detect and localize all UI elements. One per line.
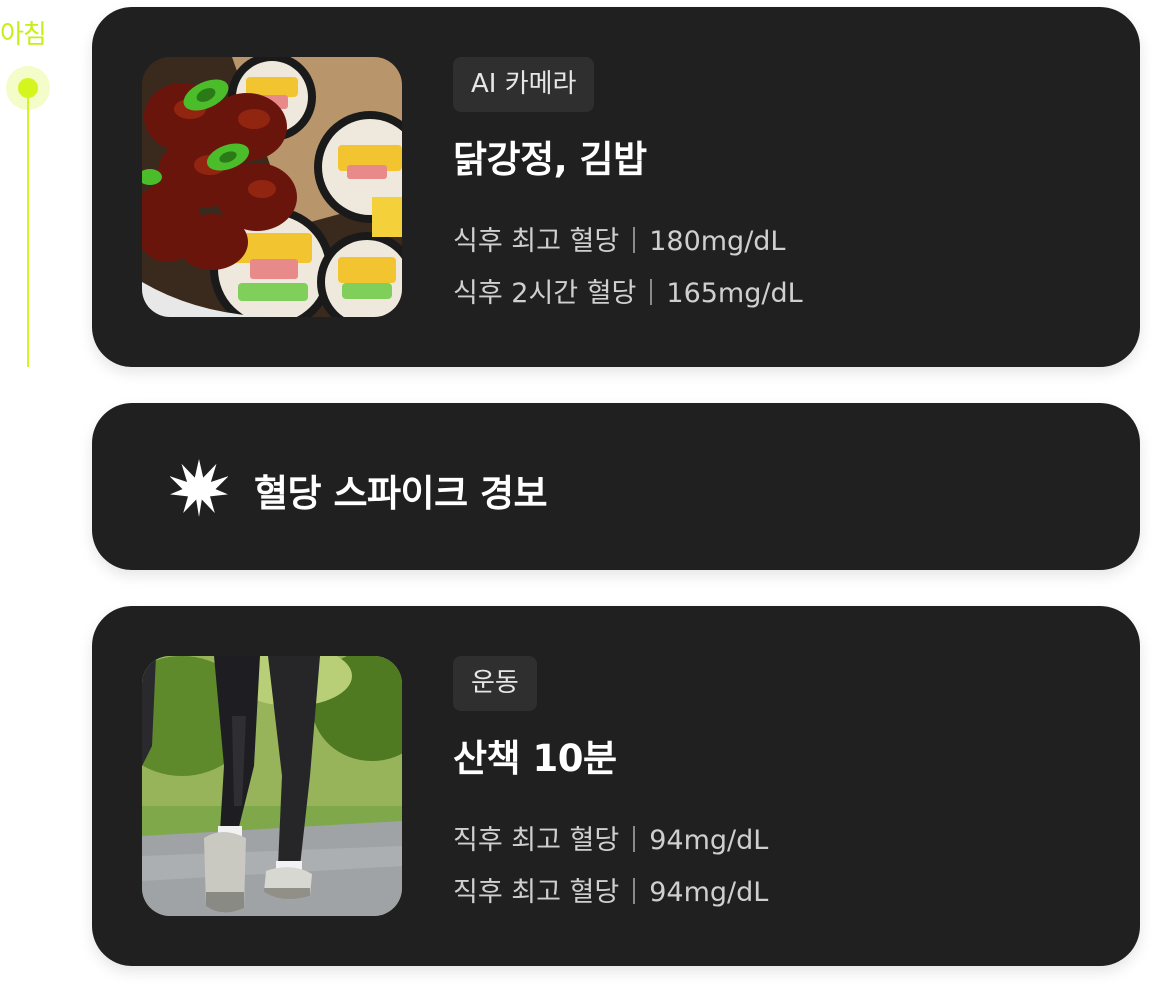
timeline-line <box>27 95 29 367</box>
stat-divider <box>650 279 653 305</box>
exercise-title: 산책 10분 <box>453 737 617 780</box>
meal-photo <box>142 57 402 317</box>
stat-row: 직후 최고 혈당 94mg/dL <box>453 870 768 909</box>
source-tag: AI 카메라 <box>453 57 595 112</box>
meal-title: 닭강정, 김밥 <box>453 138 647 181</box>
stat-divider <box>633 227 636 253</box>
alert-text: 혈당 스파이크 경보 <box>254 472 548 515</box>
stat-label: 식후 최고 혈당 <box>453 226 620 257</box>
stat-label: 직후 최고 혈당 <box>453 825 620 856</box>
timeline-label: 아침 <box>0 20 47 50</box>
starburst-icon <box>169 459 229 521</box>
stat-row: 식후 2시간 혈당 165mg/dL <box>453 271 803 310</box>
stat-row: 직후 최고 혈당 94mg/dL <box>453 818 768 857</box>
stat-row: 식후 최고 혈당 180mg/dL <box>453 219 785 258</box>
stat-divider <box>633 826 636 852</box>
stat-value: 94mg/dL <box>649 825 769 856</box>
stat-divider <box>633 878 636 904</box>
stat-label: 식후 2시간 혈당 <box>453 278 637 309</box>
stat-value: 165mg/dL <box>666 278 803 309</box>
exercise-card[interactable]: 운동 산책 10분 직후 최고 혈당 94mg/dL 직후 최고 혈당 94mg/d… <box>92 606 1140 966</box>
meal-card[interactable]: AI 카메라 닭강정, 김밥 식후 최고 혈당 180mg/dL 식후 2시간 혈… <box>92 7 1140 367</box>
stat-value: 180mg/dL <box>649 226 786 257</box>
stat-label: 직후 최고 혈당 <box>453 877 620 908</box>
spike-alert-card[interactable]: 혈당 스파이크 경보 <box>92 403 1140 570</box>
stat-value: 94mg/dL <box>649 877 769 908</box>
category-tag: 운동 <box>453 656 537 711</box>
exercise-photo <box>142 656 402 916</box>
